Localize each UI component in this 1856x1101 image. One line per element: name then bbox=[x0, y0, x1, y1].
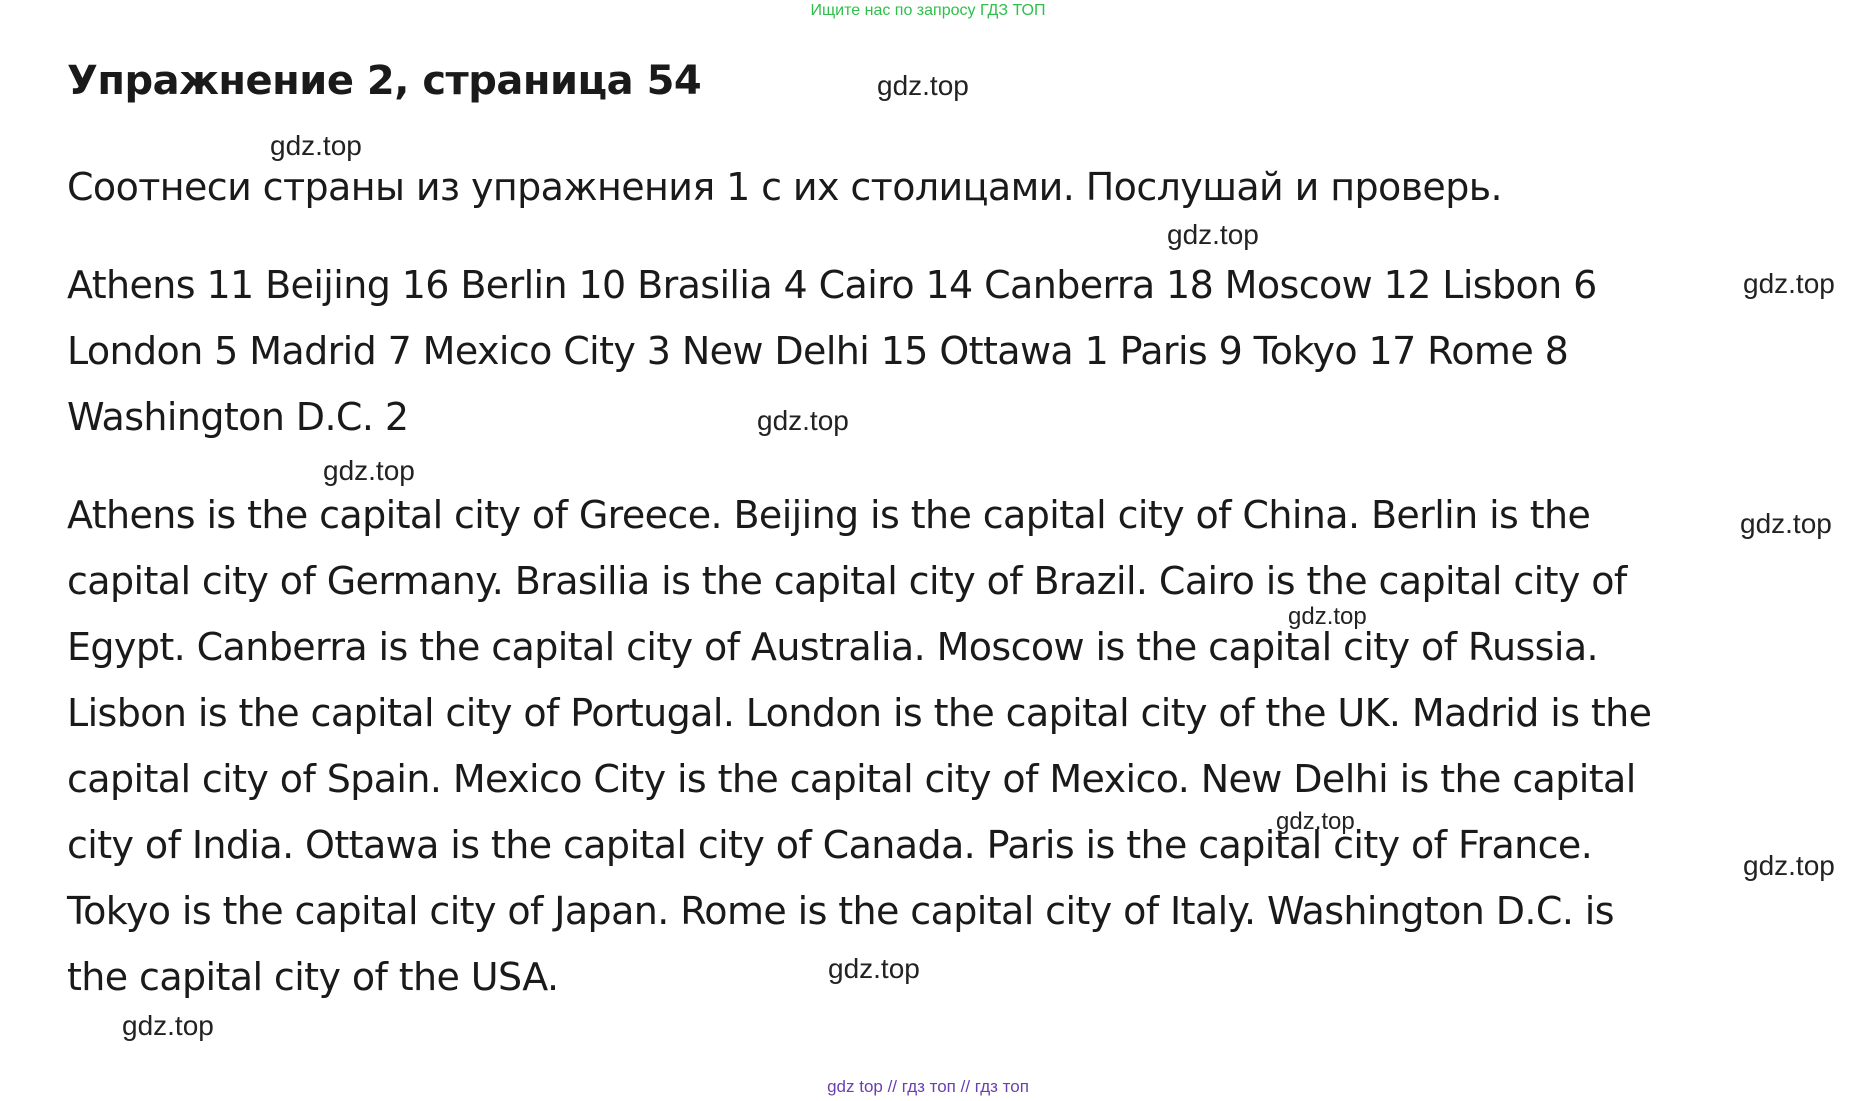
answer-line: capital city of Spain. Mexico City is th… bbox=[67, 757, 1636, 801]
watermark: gdz.top bbox=[323, 455, 415, 486]
answer-text: Athens is the capital city of Greece. Be… bbox=[67, 482, 1652, 1010]
watermark: gdz.top bbox=[1167, 219, 1259, 250]
watermark: gdz.top bbox=[1276, 808, 1355, 835]
footer-banner: gdz top // гдз топ // гдз топ bbox=[827, 1077, 1029, 1096]
search-hint-banner: Ищите нас по запросу ГДЗ ТОП bbox=[810, 2, 1046, 19]
answer-line: Tokyo is the capital city of Japan. Rome… bbox=[67, 889, 1615, 933]
answer-line: Lisbon is the capital city of Portugal. … bbox=[67, 691, 1652, 735]
watermark: gdz.top bbox=[270, 130, 362, 161]
exercise-instruction: Соотнеси страны из упражнения 1 с их сто… bbox=[67, 165, 1503, 209]
answer-line: capital city of Germany. Brasilia is the… bbox=[67, 559, 1627, 603]
watermark: gdz.top bbox=[1740, 508, 1832, 539]
watermark: gdz.top bbox=[757, 405, 849, 436]
answer-line: Athens is the capital city of Greece. Be… bbox=[67, 493, 1591, 537]
numbers-line: London 5 Madrid 7 Mexico City 3 New Delh… bbox=[67, 329, 1569, 373]
numbers-line: Athens 11 Beijing 16 Berlin 10 Brasilia … bbox=[67, 263, 1597, 307]
watermark: gdz.top bbox=[1288, 603, 1367, 630]
watermark: gdz.top bbox=[122, 1010, 214, 1041]
watermark: gdz.top bbox=[1743, 268, 1835, 299]
watermark: gdz.top bbox=[828, 953, 920, 984]
watermark: gdz.top bbox=[1743, 850, 1835, 881]
answer-line: Egypt. Canberra is the capital city of A… bbox=[67, 625, 1599, 669]
watermark: gdz.top bbox=[877, 70, 969, 101]
answer-line: city of India. Ottawa is the capital cit… bbox=[67, 823, 1593, 867]
exercise-title: Упражнение 2, страница 54 bbox=[67, 58, 702, 104]
